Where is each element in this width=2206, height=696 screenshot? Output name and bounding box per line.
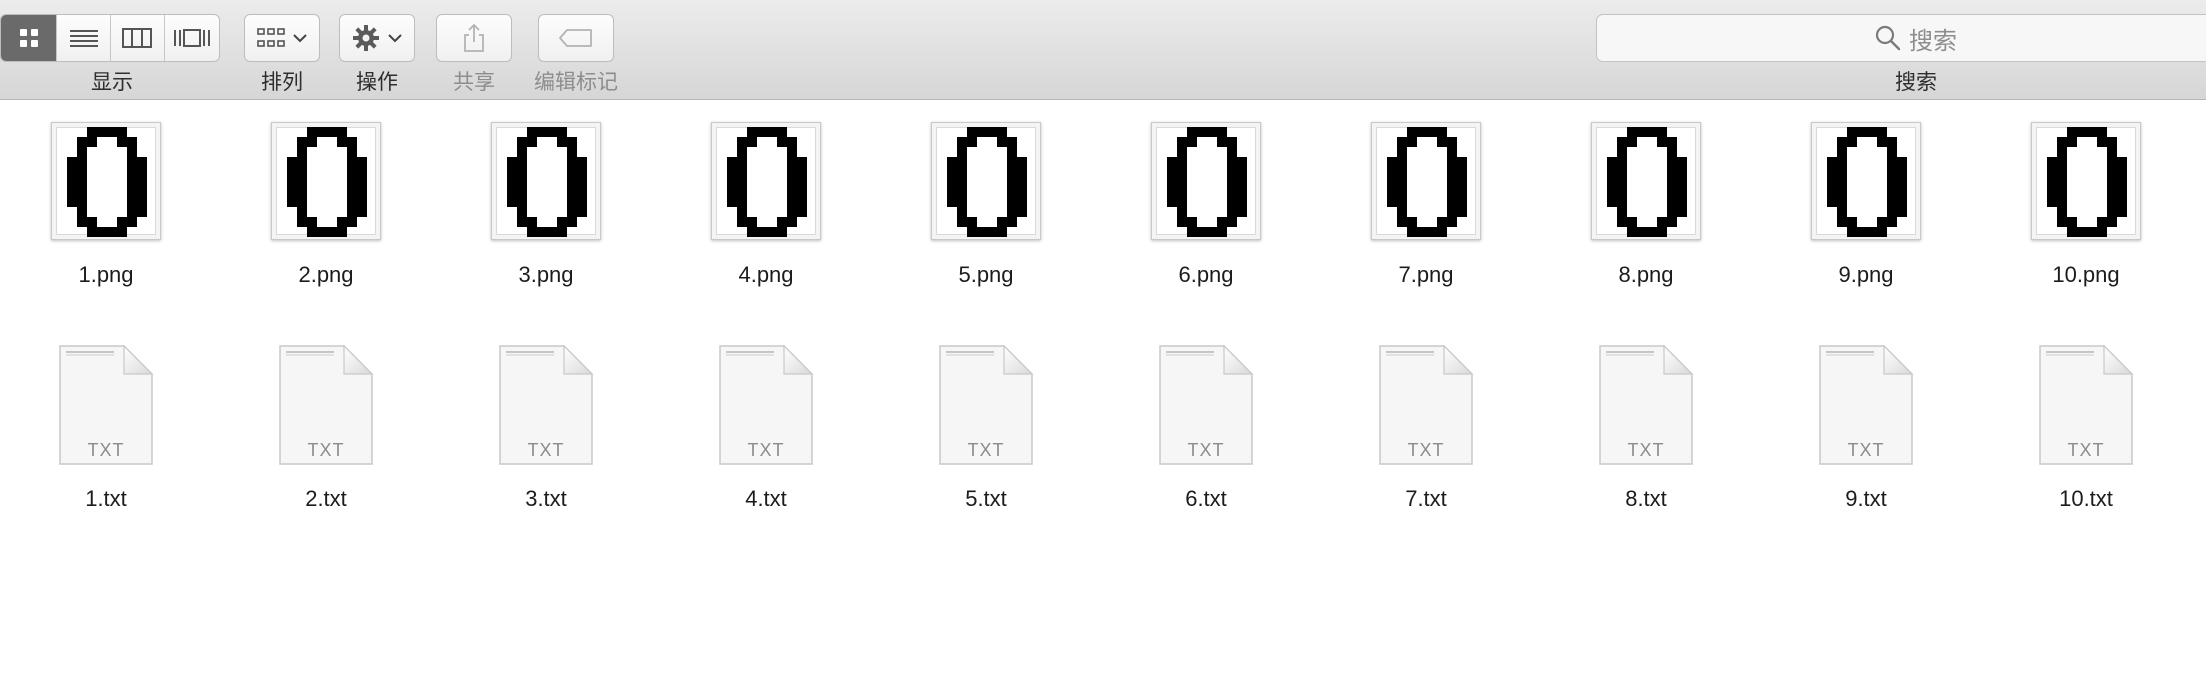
file-name: 6.txt — [1185, 486, 1227, 511]
zero-digit-image — [1387, 127, 1467, 237]
file-item-png[interactable]: 9.png — [1771, 120, 1961, 300]
file-name: 3.txt — [525, 486, 567, 511]
file-type-badge: TXT — [1847, 440, 1885, 460]
file-item-txt[interactable]: TXT 1.txt — [11, 344, 201, 524]
file-type-badge: TXT — [1407, 440, 1445, 460]
file-item-txt[interactable]: TXT 7.txt — [1331, 344, 1521, 524]
zero-digit-image — [287, 127, 367, 237]
file-item-png[interactable]: 6.png — [1111, 120, 1301, 300]
file-item-png[interactable]: 4.png — [671, 120, 861, 300]
file-type-badge: TXT — [1627, 440, 1665, 460]
file-name: 1.png — [78, 262, 134, 287]
zero-digit-image — [67, 127, 147, 237]
image-thumbnail — [931, 122, 1041, 240]
chevron-down-icon — [293, 34, 307, 43]
file-name: 3.png — [518, 262, 574, 287]
zero-digit-image — [507, 127, 587, 237]
file-name: 6.png — [1178, 262, 1234, 287]
chevron-down-icon — [388, 34, 402, 43]
view-icons-button[interactable] — [1, 15, 58, 61]
search-label: 搜索 — [1895, 71, 1937, 94]
edit-tags-label: 编辑标记 — [534, 71, 618, 94]
file-item-txt[interactable]: TXT 3.txt — [451, 344, 641, 524]
file-name: 8.txt — [1625, 486, 1667, 511]
search-placeholder: 搜索 — [1909, 27, 1957, 55]
image-thumbnail — [271, 122, 381, 240]
list-icon — [69, 30, 98, 47]
file-name: 5.txt — [965, 486, 1007, 511]
file-item-png[interactable]: 5.png — [891, 120, 1081, 300]
file-item-png[interactable]: 7.png — [1331, 120, 1521, 300]
display-label: 显示 — [91, 71, 133, 94]
view-coverflow-button[interactable] — [165, 15, 219, 61]
file-type-badge: TXT — [307, 440, 345, 460]
file-item-txt[interactable]: TXT 5.txt — [891, 344, 1081, 524]
grid-icon — [19, 29, 38, 47]
action-button[interactable] — [339, 14, 415, 62]
file-item-txt[interactable]: TXT 8.txt — [1551, 344, 1741, 524]
file-name: 7.txt — [1405, 486, 1447, 511]
zero-digit-image — [727, 127, 807, 237]
file-item-txt[interactable]: TXT 2.txt — [231, 344, 421, 524]
file-type-badge: TXT — [2067, 440, 2105, 460]
file-item-txt[interactable]: TXT 9.txt — [1771, 344, 1961, 524]
columns-icon — [122, 28, 153, 48]
file-type-badge: TXT — [1187, 440, 1225, 460]
arrange-button[interactable] — [244, 14, 320, 62]
zero-digit-image — [1167, 127, 1247, 237]
file-name: 4.png — [738, 262, 794, 287]
file-item-txt[interactable]: TXT 10.txt — [1991, 344, 2181, 524]
zero-digit-image — [1607, 127, 1687, 237]
image-thumbnail — [2031, 122, 2141, 240]
file-item-txt[interactable]: TXT 4.txt — [671, 344, 861, 524]
zero-digit-image — [2047, 127, 2127, 237]
file-name: 10.png — [2052, 262, 2120, 287]
image-thumbnail — [1591, 122, 1701, 240]
image-thumbnail — [491, 122, 601, 240]
file-name: 2.png — [298, 262, 354, 287]
share-button[interactable] — [436, 14, 512, 62]
file-item-png[interactable]: 1.png — [11, 120, 201, 300]
file-name: 8.png — [1618, 262, 1674, 287]
file-name: 2.txt — [305, 486, 347, 511]
file-name: 9.txt — [1845, 486, 1887, 511]
image-thumbnail — [1811, 122, 1921, 240]
file-name: 1.txt — [85, 486, 127, 511]
file-item-png[interactable]: 10.png — [1991, 120, 2181, 300]
file-type-badge: TXT — [527, 440, 565, 460]
tag-icon — [559, 29, 592, 47]
zero-digit-image — [1827, 127, 1907, 237]
zero-digit-image — [947, 127, 1027, 237]
action-label: 操作 — [356, 71, 398, 94]
file-name: 9.png — [1838, 262, 1894, 287]
file-type-badge: TXT — [967, 440, 1005, 460]
file-item-txt[interactable]: TXT 6.txt — [1111, 344, 1301, 524]
magnifier-icon — [1875, 25, 1901, 51]
share-icon — [464, 23, 484, 52]
file-item-png[interactable]: 8.png — [1551, 120, 1741, 300]
image-thumbnail — [1371, 122, 1481, 240]
gear-icon — [353, 25, 379, 51]
view-mode-control — [0, 14, 220, 62]
file-name: 10.txt — [2059, 486, 2113, 511]
file-name: 7.png — [1398, 262, 1454, 287]
edit-tags-button[interactable] — [538, 14, 614, 62]
file-type-badge: TXT — [87, 440, 125, 460]
view-columns-button[interactable] — [111, 15, 165, 61]
arrange-label: 排列 — [261, 71, 303, 94]
view-list-button[interactable] — [57, 15, 111, 61]
file-item-png[interactable]: 2.png — [231, 120, 421, 300]
file-item-png[interactable]: 3.png — [451, 120, 641, 300]
image-thumbnail — [711, 122, 821, 240]
share-label: 共享 — [453, 71, 495, 94]
toolbar: 显示 排列 操作 共享 编辑标记 搜索 搜索 — [0, 0, 2206, 100]
image-thumbnail — [1151, 122, 1261, 240]
image-thumbnail — [51, 122, 161, 240]
file-name: 5.png — [958, 262, 1014, 287]
file-name: 4.txt — [745, 486, 787, 511]
search-field[interactable]: 搜索 — [1596, 14, 2206, 62]
file-type-badge: TXT — [747, 440, 785, 460]
coverflow-icon — [173, 29, 210, 47]
grid-arrange-icon — [257, 28, 285, 47]
